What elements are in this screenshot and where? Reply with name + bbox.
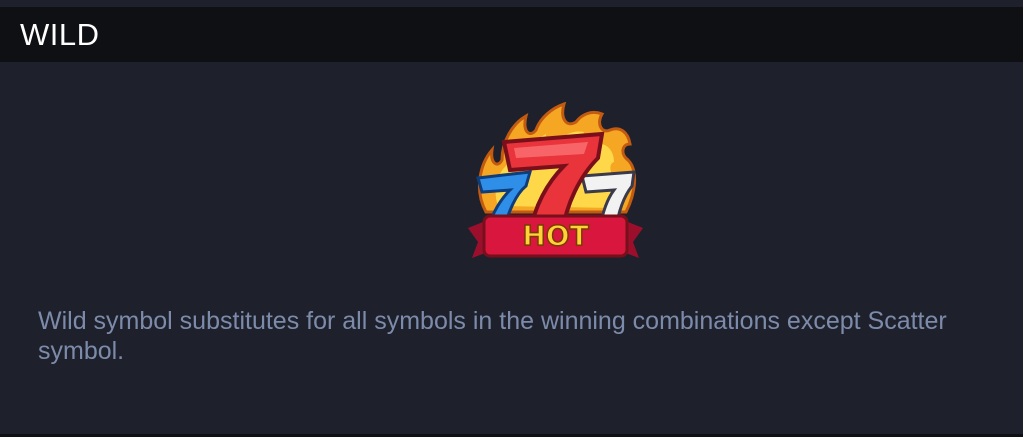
hot-label: HOT (522, 219, 588, 252)
section-title: WILD (20, 16, 100, 52)
section-header: WILD (0, 7, 1023, 62)
hot-777-wild-icon: HOT (468, 101, 643, 262)
info-panel: HOT Wild symbol substitutes for all symb… (0, 62, 1023, 434)
wild-symbol-graphic: HOT (468, 101, 643, 258)
top-strip (0, 0, 1023, 7)
wild-description: Wild symbol substitutes for all symbols … (38, 307, 947, 365)
